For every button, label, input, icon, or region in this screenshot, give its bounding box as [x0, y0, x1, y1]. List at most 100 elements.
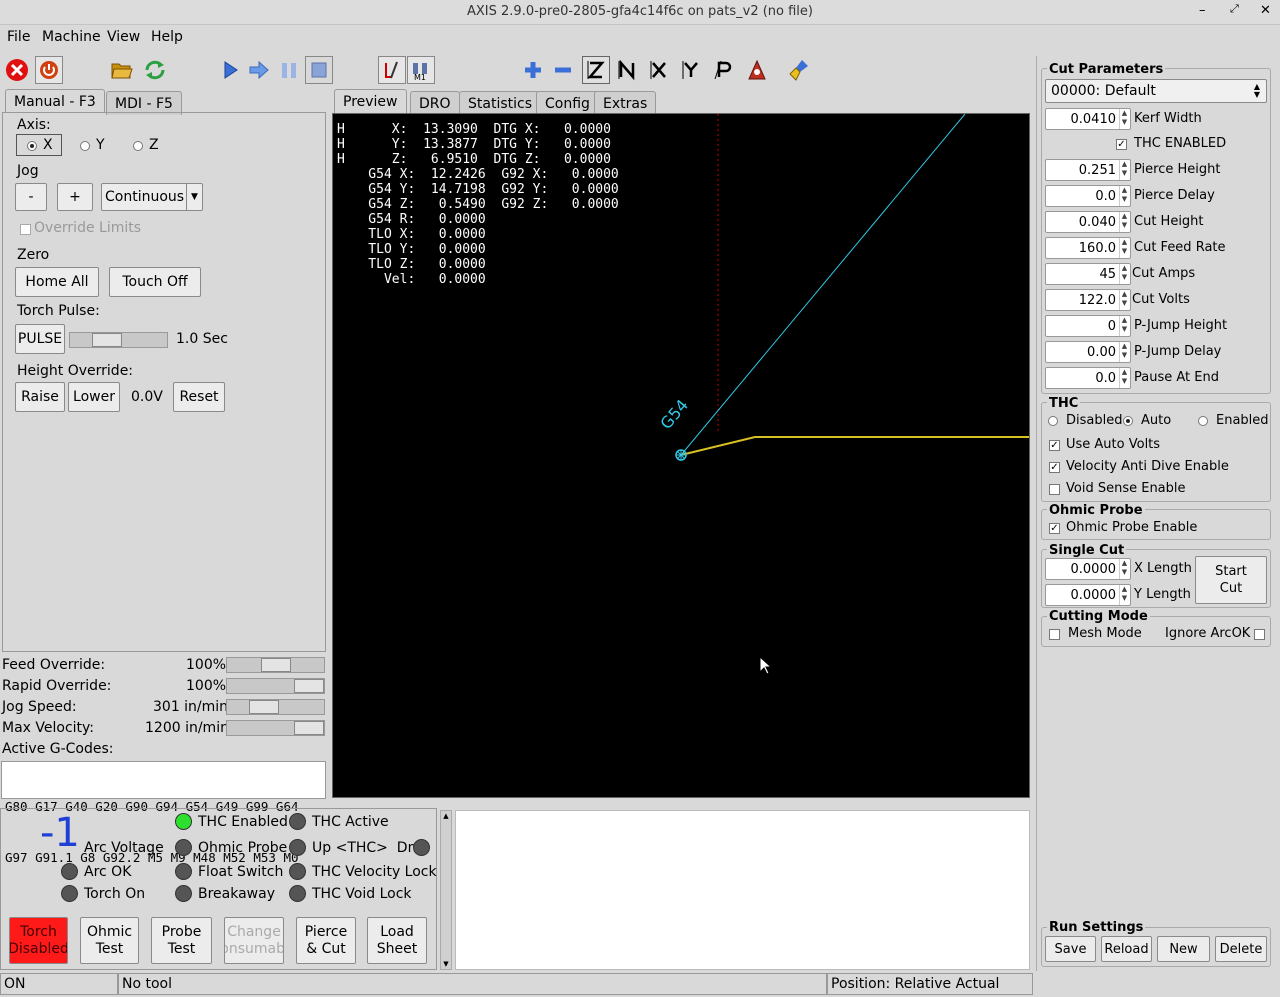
thc-disabled-radio[interactable] [1048, 416, 1058, 426]
spin-arrows-icon[interactable]: ▲ ▼ [1119, 186, 1129, 206]
tab-config[interactable]: Config [536, 91, 599, 115]
scroll-up-icon[interactable]: ▲ [441, 811, 451, 821]
run-icon[interactable] [216, 56, 244, 84]
slider-handle[interactable] [92, 333, 122, 347]
view-rotated-z-icon[interactable] [613, 56, 641, 84]
change-consumable-button[interactable]: Change Consumable [224, 917, 284, 964]
thc-enabled-radio[interactable] [1198, 416, 1208, 426]
reload-icon[interactable] [141, 56, 169, 84]
spin-arrows-icon[interactable]: ▲ ▼ [1119, 342, 1129, 362]
restore-icon[interactable]: ⤢ [1230, 2, 1239, 16]
pierce-cut-button[interactable]: Pierce & Cut [296, 917, 356, 964]
zoom-in-icon[interactable] [519, 56, 547, 84]
ohmic-test-button[interactable]: Ohmic Test [80, 917, 139, 964]
home-all-button[interactable]: Home All [15, 267, 99, 297]
max-velocity-slider[interactable] [226, 720, 325, 736]
estop-icon[interactable] [3, 56, 31, 84]
spin-arrows-icon[interactable]: ▲ ▼ [1119, 238, 1129, 258]
minimize-icon[interactable]: – [1199, 3, 1206, 18]
toggle-rotate-icon[interactable] [743, 56, 771, 84]
pause-icon[interactable] [275, 56, 303, 84]
new-button[interactable]: New [1157, 936, 1210, 962]
raise-button[interactable]: Raise [15, 382, 65, 412]
stop-icon[interactable] [305, 56, 333, 84]
mesh-mode-checkbox[interactable] [1049, 629, 1060, 640]
cut-amps-input[interactable]: 45 ▲ ▼ [1045, 263, 1131, 285]
torch-button[interactable]: Torch Disabled [9, 917, 68, 964]
cut-feed-rate-input[interactable]: 160.0 ▲ ▼ [1045, 237, 1131, 259]
save-button[interactable]: Save [1045, 936, 1096, 962]
view-x-icon[interactable] [645, 56, 673, 84]
pulse-button[interactable]: PULSE [15, 324, 65, 354]
pierce-delay-input[interactable]: 0.0 ▲ ▼ [1045, 185, 1131, 207]
pjump-delay-input[interactable]: 0.00 ▲ ▼ [1045, 341, 1131, 363]
clear-backplot-icon[interactable] [786, 56, 814, 84]
pjump-height-input[interactable]: 0 ▲ ▼ [1045, 315, 1131, 337]
tab-manual[interactable]: Manual - F3 [5, 89, 105, 113]
close-icon[interactable]: ✕ [1260, 3, 1271, 18]
power-icon[interactable] [35, 56, 63, 84]
pause-at-end-input[interactable]: 0.0 ▲ ▼ [1045, 367, 1131, 389]
probe-test-button[interactable]: Probe Test [151, 917, 212, 964]
spin-arrows-icon[interactable]: ▲ ▼ [1119, 109, 1129, 129]
reset-button[interactable]: Reset [173, 382, 225, 412]
use-auto-volts-checkbox[interactable]: ✓ [1049, 440, 1060, 451]
cut-height-input[interactable]: 0.040 ▲ ▼ [1045, 211, 1131, 233]
lower-button[interactable]: Lower [68, 382, 120, 412]
ohmic-probe-enable-checkbox[interactable]: ✓ [1049, 523, 1060, 534]
menu-view[interactable]: View [107, 29, 140, 45]
view-perspective-icon[interactable] [710, 56, 738, 84]
material-select[interactable]: 00000: Default ▲ ▼ [1045, 79, 1267, 103]
jog-minus-button[interactable]: - [15, 183, 47, 211]
rapid-override-slider[interactable] [226, 678, 325, 694]
axis-y-radio[interactable] [80, 141, 90, 151]
pierce-height-input[interactable]: 0.251 ▲ ▼ [1045, 159, 1131, 181]
slider-handle[interactable] [294, 679, 324, 693]
tab-preview[interactable]: Preview [334, 89, 407, 113]
load-sheet-button[interactable]: Load Sheet [367, 917, 427, 964]
touch-off-button[interactable]: Touch Off [109, 267, 201, 297]
jog-speed-slider[interactable] [226, 699, 325, 715]
x-length-input[interactable]: 0.0000 ▲ ▼ [1045, 558, 1131, 580]
axis-x-option[interactable] [16, 134, 62, 156]
axis-x-radio[interactable] [27, 141, 37, 151]
tab-dro[interactable]: DRO [410, 91, 460, 115]
spin-arrows-icon[interactable]: ▲ ▼ [1119, 290, 1129, 310]
delete-button[interactable]: Delete [1215, 936, 1267, 962]
menu-file[interactable]: File [7, 29, 30, 45]
scroll-down-icon[interactable]: ▼ [441, 959, 451, 969]
spin-arrows-icon[interactable]: ▲ ▼ [1119, 559, 1129, 579]
ignore-arcok-checkbox[interactable] [1254, 629, 1265, 640]
spin-arrows-icon[interactable]: ▲ ▼ [1119, 160, 1129, 180]
axis-z-radio[interactable] [133, 141, 143, 151]
torch-pulse-slider[interactable] [69, 332, 168, 348]
open-file-icon[interactable] [108, 56, 136, 84]
velocity-anti-dive-checkbox[interactable]: ✓ [1049, 462, 1060, 473]
spin-arrows-icon[interactable]: ▲ ▼ [1119, 368, 1129, 388]
jog-plus-button[interactable]: + [57, 183, 93, 211]
feed-override-slider[interactable] [226, 657, 325, 673]
message-scrollbar[interactable]: ▲ ▼ [440, 810, 452, 970]
start-cut-button[interactable]: Start Cut [1195, 556, 1267, 604]
void-sense-checkbox[interactable] [1049, 484, 1060, 495]
tab-statistics[interactable]: Statistics [459, 91, 541, 115]
spin-arrows-icon[interactable]: ▲ ▼ [1119, 316, 1129, 336]
override-limits-checkbox[interactable] [20, 224, 31, 235]
zoom-out-icon[interactable] [549, 56, 577, 84]
preview-canvas[interactable]: G54 H X: 13.3090 DTG X: 0.0000 H Y: 13.3… [332, 113, 1030, 798]
optional-stop-icon[interactable]: M1 [407, 56, 435, 84]
slider-handle[interactable] [261, 658, 291, 672]
cut-volts-input[interactable]: 122.0 ▲ ▼ [1045, 289, 1131, 311]
spin-arrows-icon[interactable]: ▲ ▼ [1119, 212, 1129, 232]
thc-auto-radio[interactable] [1123, 416, 1133, 426]
y-length-input[interactable]: 0.0000 ▲ ▼ [1045, 584, 1131, 606]
menu-help[interactable]: Help [151, 29, 183, 45]
reload-button[interactable]: Reload [1101, 936, 1152, 962]
view-z-icon[interactable] [582, 56, 610, 84]
kerf-width-input[interactable]: 0.0410 ▲ ▼ [1045, 108, 1131, 130]
spin-arrows-icon[interactable]: ▲ ▼ [1119, 264, 1129, 284]
jog-mode-select[interactable]: Continuous ▼ [101, 183, 203, 211]
tab-extras[interactable]: Extras [594, 91, 657, 115]
slider-handle[interactable] [294, 721, 324, 735]
block-delete-icon[interactable] [378, 56, 406, 84]
